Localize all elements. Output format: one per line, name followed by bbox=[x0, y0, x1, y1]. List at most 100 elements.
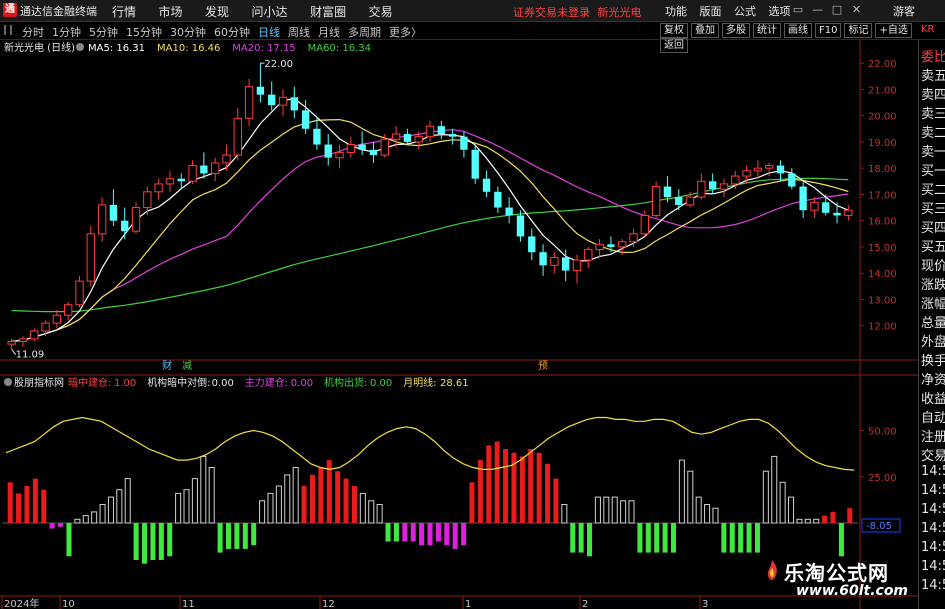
login-status[interactable]: 证券交易未登录 新光光电 bbox=[513, 4, 642, 20]
period-tab-4[interactable]: 30分钟 bbox=[170, 24, 206, 40]
side-item-15: 外盘 bbox=[921, 335, 945, 350]
indicator-bar bbox=[292, 467, 299, 524]
restore-icon[interactable]: ▭ bbox=[790, 3, 806, 16]
candle-body bbox=[200, 165, 208, 174]
period-tab-1[interactable]: 1分钟 bbox=[52, 24, 81, 40]
indicator-bar bbox=[24, 486, 30, 523]
guest-user[interactable]: 游客 bbox=[893, 3, 915, 19]
candle-body bbox=[482, 178, 491, 192]
tool-button-4[interactable]: 画线 bbox=[784, 23, 812, 38]
indicator-bar bbox=[376, 504, 383, 524]
indicator-bar bbox=[91, 511, 98, 524]
candle-body bbox=[313, 128, 321, 145]
menu-item-ask[interactable]: 问小达 bbox=[252, 3, 288, 20]
quote-side-panel: KR 委比 卖五 卖四 卖三 卖二 卖一 买一 买二 买三 买四 买五 现价 涨跌 涨幅 总量 外盘 换手 净资收… bbox=[918, 24, 945, 609]
indicator-bar bbox=[49, 523, 55, 529]
period-tab-9[interactable]: 多周期 bbox=[348, 24, 381, 40]
indicator-bar bbox=[519, 456, 525, 523]
flame-logo-icon bbox=[767, 560, 777, 580]
candle-body bbox=[121, 220, 129, 232]
indicator-bar bbox=[788, 496, 795, 524]
tool-button-7[interactable]: +自选 bbox=[875, 23, 912, 38]
kline-chart[interactable]: 22.0021.0020.0019.0018.0017.0016.0015.00… bbox=[0, 40, 918, 609]
candle-body bbox=[595, 243, 604, 251]
indicator-bar bbox=[645, 523, 651, 553]
candle-body bbox=[742, 170, 751, 177]
candle-body bbox=[143, 191, 152, 209]
indicator-item-label-1: 机构暗中对倒: bbox=[147, 376, 210, 389]
side-item-23: 14:54 bbox=[921, 483, 945, 498]
tool-button-1[interactable]: 叠加 bbox=[691, 23, 719, 38]
candle-body bbox=[460, 136, 468, 150]
period-tab-3[interactable]: 15分钟 bbox=[126, 24, 162, 40]
candle-body bbox=[539, 252, 547, 266]
period-tab-6[interactable]: 日线 bbox=[258, 24, 280, 40]
ma-label-1: MA10: 16.46 bbox=[157, 43, 220, 54]
indicator-bar bbox=[469, 482, 475, 523]
indicator-bar bbox=[217, 523, 223, 553]
indicator-bar bbox=[16, 493, 22, 523]
tool-button-3[interactable]: 统计 bbox=[753, 23, 781, 38]
menu-item-function[interactable]: 功能 bbox=[665, 3, 687, 19]
indicator-bar bbox=[343, 478, 349, 523]
menu-item-trade[interactable]: 交易 bbox=[369, 3, 393, 20]
menu-item-discover[interactable]: 发现 bbox=[205, 3, 229, 20]
minimize-icon[interactable]: — bbox=[810, 3, 826, 16]
menu-item-quotes[interactable]: 行情 bbox=[112, 3, 136, 20]
tool-button-6[interactable]: 标记 bbox=[844, 23, 873, 38]
kr-label: KR bbox=[921, 24, 935, 35]
tool-button-5[interactable]: F10 bbox=[815, 23, 842, 38]
side-item-17: 净资 bbox=[921, 373, 945, 388]
candle-body bbox=[685, 196, 695, 206]
tool-button-2[interactable]: 多股 bbox=[722, 23, 750, 38]
period-tab-10[interactable]: 更多〉 bbox=[389, 24, 422, 40]
indicator-bar bbox=[830, 511, 836, 523]
menu-item-wealth[interactable]: 财富圈 bbox=[310, 3, 346, 20]
indicator-bar bbox=[116, 489, 123, 524]
tool-button-0[interactable]: 复权 bbox=[660, 23, 688, 38]
event-marker-1: 减 bbox=[182, 360, 192, 372]
period-tab-8[interactable]: 月线 bbox=[318, 24, 340, 40]
close-icon[interactable]: ✕ bbox=[849, 3, 865, 16]
login-warning[interactable]: 证券交易未登录 bbox=[513, 6, 590, 19]
maximize-icon[interactable]: □ bbox=[829, 3, 845, 16]
candle-body bbox=[256, 86, 265, 95]
indicator-item-label-0: 暗中建仓: bbox=[68, 376, 111, 389]
indicator-bar bbox=[133, 523, 139, 560]
event-marker-2: 预 bbox=[538, 360, 548, 372]
menu-item-options[interactable]: 选项 bbox=[769, 3, 791, 19]
period-tab-7[interactable]: 周线 bbox=[288, 24, 310, 40]
current-stock-name: 新光光电 bbox=[597, 6, 642, 19]
pause-icon[interactable] bbox=[4, 25, 12, 35]
candle-body bbox=[629, 233, 638, 243]
candle-body bbox=[64, 304, 73, 316]
indicator-bar bbox=[838, 523, 844, 557]
candle-body bbox=[380, 138, 389, 156]
candle-body bbox=[550, 256, 559, 266]
side-item-13: 涨幅 bbox=[921, 297, 945, 312]
indicator-bar bbox=[729, 523, 735, 553]
chevron-down-icon bbox=[76, 43, 84, 51]
indicator-bar bbox=[74, 518, 81, 524]
candle-body bbox=[640, 214, 650, 235]
period-tab-2[interactable]: 5分钟 bbox=[89, 24, 118, 40]
indicator-bar bbox=[570, 523, 576, 553]
period-tab-5[interactable]: 60分钟 bbox=[214, 24, 250, 40]
candle-body bbox=[562, 257, 570, 271]
indicator-bar bbox=[410, 523, 416, 542]
low-price-label: 11.09 bbox=[16, 350, 45, 361]
candle-body bbox=[516, 215, 525, 237]
period-tab-0[interactable]: 分时 bbox=[22, 24, 44, 40]
indicator-bar bbox=[762, 470, 769, 524]
ind-tick-label: 50.00 bbox=[868, 427, 897, 438]
candle-body bbox=[210, 162, 220, 174]
candle-body bbox=[572, 259, 582, 272]
side-item-3: 卖三 bbox=[921, 107, 945, 122]
menu-item-layout[interactable]: 版面 bbox=[700, 3, 722, 19]
menu-item-market[interactable]: 市场 bbox=[159, 3, 183, 20]
menu-item-formula[interactable]: 公式 bbox=[734, 3, 756, 19]
watermark: 乐淘公式网 www.60lt.com bbox=[760, 555, 920, 603]
candle-body bbox=[7, 340, 16, 345]
candle-body bbox=[675, 197, 683, 205]
x-tick-label-1: 10 bbox=[62, 599, 75, 609]
